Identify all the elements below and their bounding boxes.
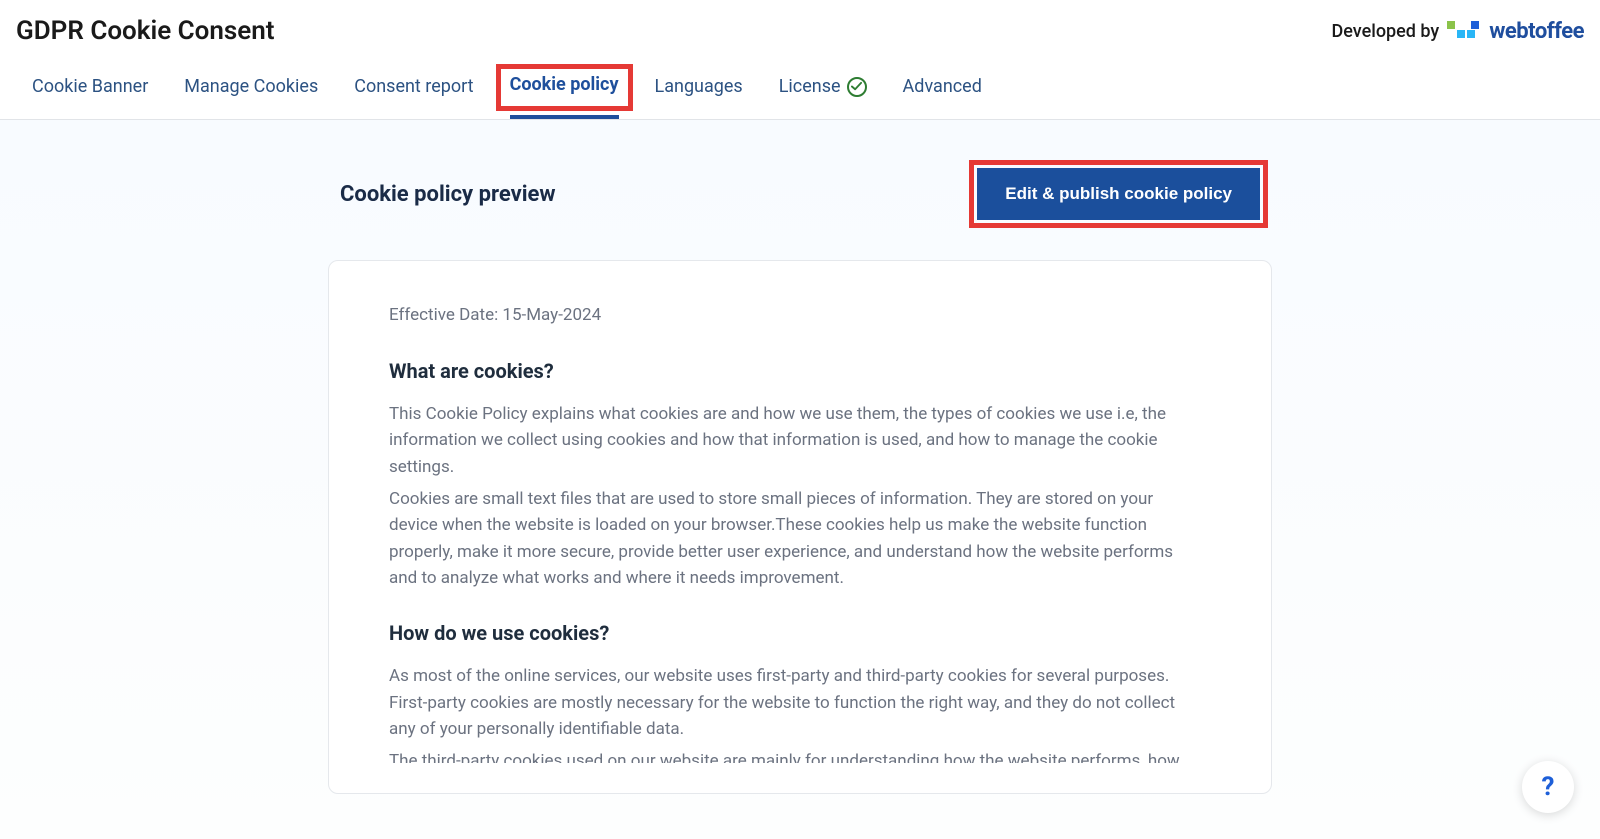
tab-license-label: License xyxy=(779,76,841,97)
main-tabs: Cookie Banner Manage Cookies Consent rep… xyxy=(0,46,1600,120)
page-title: GDPR Cookie Consent xyxy=(16,16,275,46)
tab-license[interactable]: License xyxy=(779,74,867,119)
section-header: Cookie policy preview Edit & publish coo… xyxy=(340,168,1260,220)
policy-heading: How do we use cookies? xyxy=(389,621,1201,645)
developed-by-label: Developed by xyxy=(1332,21,1440,42)
tab-manage-cookies[interactable]: Manage Cookies xyxy=(184,74,318,119)
page-header: GDPR Cookie Consent Developed by webtoff… xyxy=(0,0,1600,46)
policy-paragraph: Cookies are small text files that are us… xyxy=(389,486,1201,591)
edit-publish-button[interactable]: Edit & publish cookie policy xyxy=(977,168,1260,220)
policy-heading: What are cookies? xyxy=(389,359,1201,383)
help-button[interactable]: ? xyxy=(1522,761,1574,813)
policy-scroll-area[interactable]: Effective Date: 15-May-2024 What are coo… xyxy=(389,305,1211,763)
policy-paragraph: This Cookie Policy explains what cookies… xyxy=(389,401,1201,480)
tab-languages[interactable]: Languages xyxy=(655,74,743,119)
tab-consent-report[interactable]: Consent report xyxy=(354,74,473,119)
policy-section-how-use-cookies: How do we use cookies? As most of the on… xyxy=(389,621,1201,763)
tab-cookie-policy-label: Cookie policy xyxy=(510,74,619,95)
policy-paragraph: The third-party cookies used on our webs… xyxy=(389,748,1201,763)
brand-text: webtoffee xyxy=(1489,19,1584,44)
developed-by: Developed by webtoffee xyxy=(1332,19,1585,44)
content-area: Cookie policy preview Edit & publish coo… xyxy=(0,120,1600,839)
logo-squares-icon xyxy=(1447,21,1483,41)
tab-advanced[interactable]: Advanced xyxy=(903,74,982,119)
tab-cookie-banner[interactable]: Cookie Banner xyxy=(32,74,148,119)
effective-date: Effective Date: 15-May-2024 xyxy=(389,305,1201,325)
policy-preview-card: Effective Date: 15-May-2024 What are coo… xyxy=(328,260,1272,794)
section-title: Cookie policy preview xyxy=(340,182,556,207)
policy-section-what-are-cookies: What are cookies? This Cookie Policy exp… xyxy=(389,359,1201,591)
check-circle-icon xyxy=(847,77,867,97)
tab-cookie-policy[interactable]: Cookie policy xyxy=(510,74,619,119)
webtoffee-logo[interactable]: webtoffee xyxy=(1447,19,1584,44)
policy-paragraph: As most of the online services, our webs… xyxy=(389,663,1201,742)
